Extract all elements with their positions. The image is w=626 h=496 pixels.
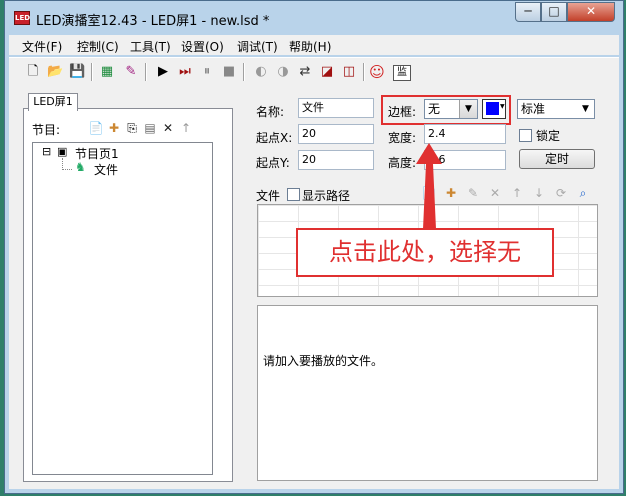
annotation-arrow: [416, 143, 442, 229]
arrow-shape: [416, 143, 442, 229]
tab-led-screen-1[interactable]: LED屏1: [28, 93, 78, 111]
